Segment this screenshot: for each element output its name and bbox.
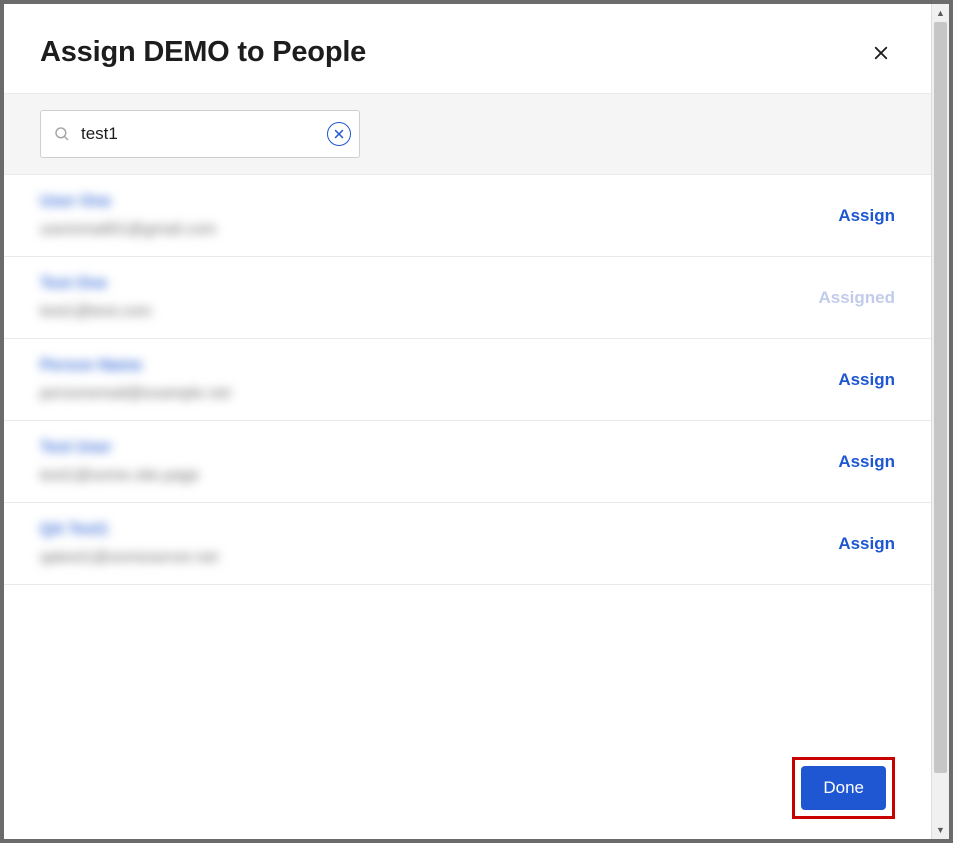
done-highlight: Done: [792, 757, 895, 819]
person-row: Person Name personemail@example.net Assi…: [4, 339, 931, 421]
close-button[interactable]: [867, 39, 895, 67]
done-button[interactable]: Done: [801, 766, 886, 810]
assign-button[interactable]: Assign: [838, 534, 895, 554]
search-bar: [4, 93, 931, 175]
close-icon: [872, 44, 890, 62]
scroll-track[interactable]: [932, 22, 949, 821]
scroll-down-arrow[interactable]: ▼: [932, 821, 949, 839]
modal-header: Assign DEMO to People: [4, 4, 931, 93]
assign-button[interactable]: Assign: [838, 206, 895, 226]
search-icon: [53, 125, 71, 143]
modal-footer: Done: [4, 737, 931, 839]
person-email: qatest1@someserver.net: [40, 549, 218, 567]
assign-button[interactable]: Assign: [838, 370, 895, 390]
search-input[interactable]: [81, 124, 317, 144]
search-box[interactable]: [40, 110, 360, 158]
person-name[interactable]: Test User: [40, 439, 199, 457]
modal-title: Assign DEMO to People: [40, 36, 366, 69]
person-row: Test One test1@test.com Assigned: [4, 257, 931, 339]
person-row: User One useremail01@gmail.com Assign: [4, 175, 931, 257]
person-row: QA Test1 qatest1@someserver.net Assign: [4, 503, 931, 585]
person-row: Test User test1@some.site.page Assign: [4, 421, 931, 503]
x-icon: [333, 128, 345, 140]
vertical-scrollbar[interactable]: ▲ ▼: [931, 4, 949, 839]
assign-button[interactable]: Assign: [838, 452, 895, 472]
person-name[interactable]: Person Name: [40, 357, 231, 375]
person-email: useremail01@gmail.com: [40, 221, 216, 239]
person-email: personemail@example.net: [40, 385, 231, 403]
person-name[interactable]: Test One: [40, 275, 151, 293]
person-name[interactable]: User One: [40, 193, 216, 211]
people-list: User One useremail01@gmail.com Assign Te…: [4, 175, 931, 737]
assigned-label: Assigned: [818, 288, 895, 308]
scroll-thumb[interactable]: [934, 22, 947, 773]
clear-search-button[interactable]: [327, 122, 351, 146]
scroll-up-arrow[interactable]: ▲: [932, 4, 949, 22]
person-name[interactable]: QA Test1: [40, 521, 218, 539]
person-email: test1@test.com: [40, 303, 151, 321]
person-email: test1@some.site.page: [40, 467, 199, 485]
